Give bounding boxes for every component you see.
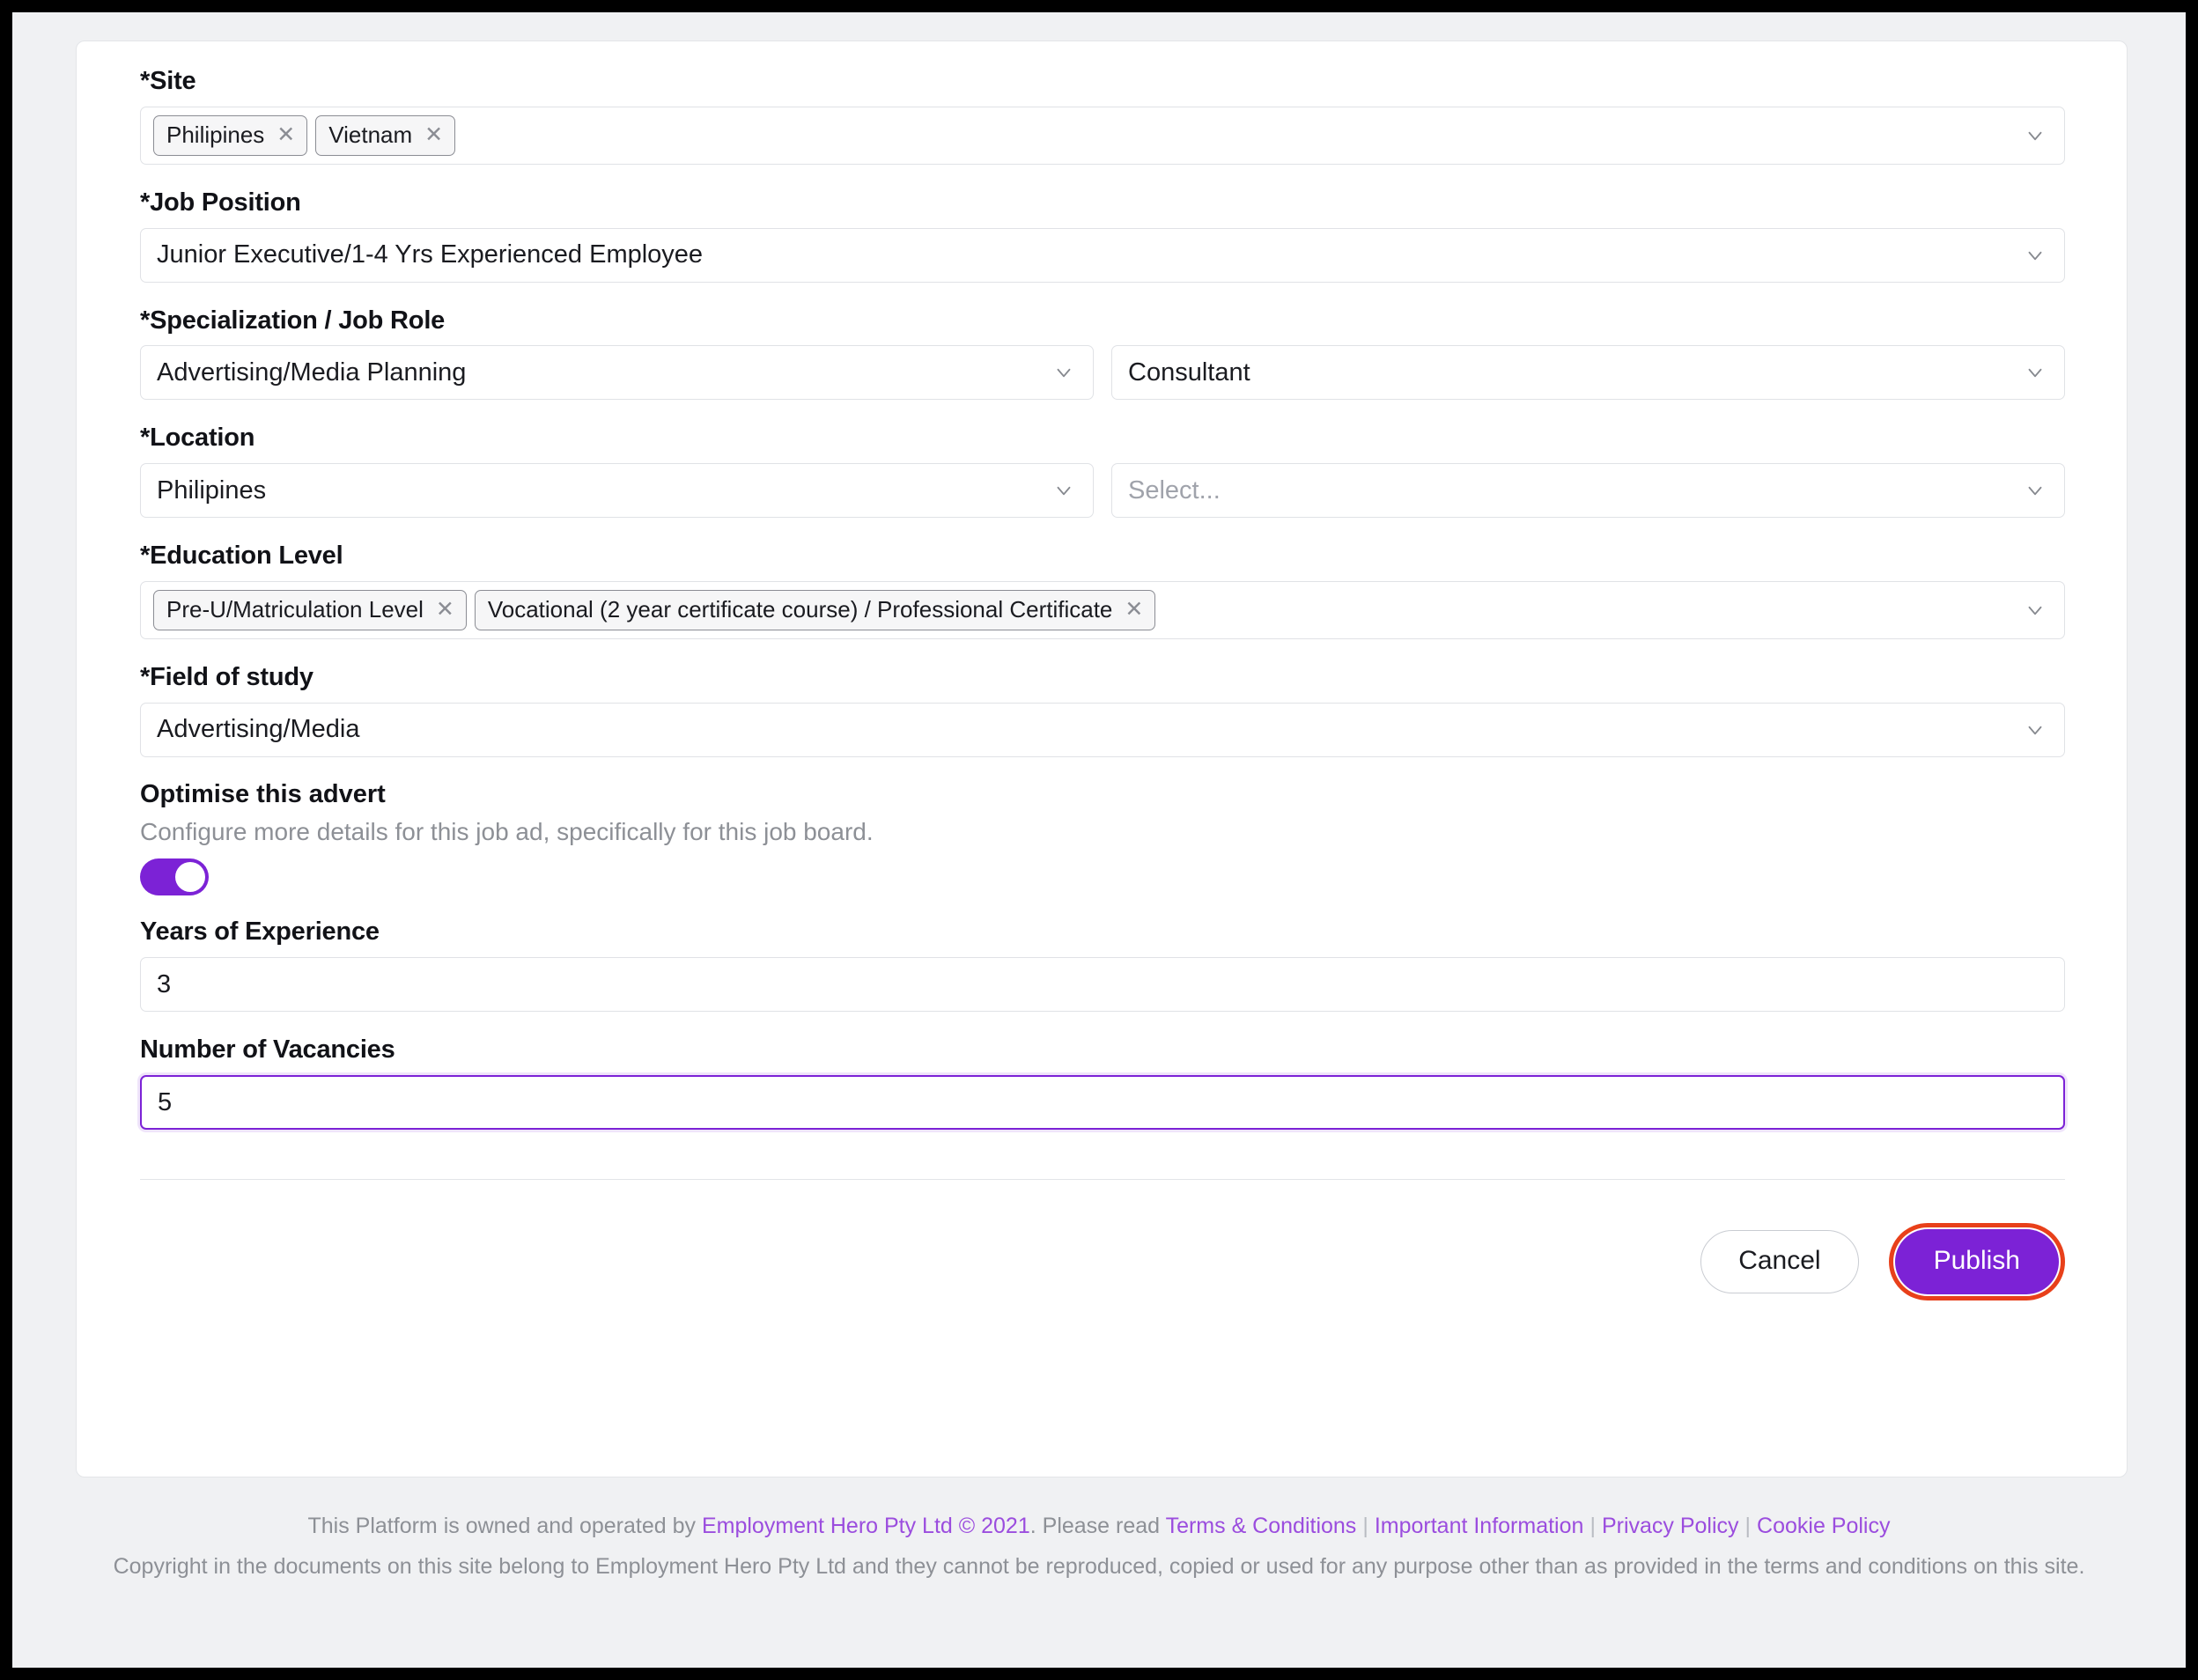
education-level-tag-label: Pre-U/Matriculation Level [166,596,424,623]
years-of-experience-label: Years of Experience [140,917,380,947]
footer-separator: | [1589,1514,1596,1538]
specialization-value: Advertising/Media Planning [157,357,467,387]
site-multiselect[interactable]: Philipines ✕ Vietnam ✕ [140,106,2065,165]
field-site: *Site Philipines ✕ Vietnam ✕ [140,66,2065,165]
page-background: *Site Philipines ✕ Vietnam ✕ *Job Positi… [12,12,2186,1668]
site-tag[interactable]: Philipines ✕ [153,114,308,156]
publish-button[interactable]: Publish [1894,1228,2059,1294]
close-icon[interactable]: ✕ [277,123,295,146]
footer-line-1: This Platform is owned and operated by E… [12,1509,2186,1544]
optimise-advert-section: Optimise this advert Configure more deta… [140,780,2065,896]
optimise-advert-toggle[interactable] [140,858,209,896]
privacy-policy-link[interactable]: Privacy Policy [1602,1514,1739,1538]
field-job-position: *Job Position Junior Executive/1-4 Yrs E… [140,188,2065,283]
field-of-study-value: Advertising/Media [157,715,360,744]
site-label: *Site [140,67,196,95]
optimise-advert-title: Optimise this advert [140,779,386,808]
field-of-study-select[interactable]: Advertising/Media [140,702,2065,757]
years-of-experience-value: 3 [157,969,172,998]
job-role-select[interactable]: Consultant [1111,345,2065,401]
form-actions: Cancel Publish [140,1222,2065,1301]
footer-separator: | [1744,1514,1752,1538]
education-level-tag[interactable]: Pre-U/Matriculation Level ✕ [153,589,467,630]
field-field-of-study: *Field of study Advertising/Media [140,662,2065,757]
location-select[interactable]: Philipines [140,463,1094,519]
site-tag-label: Philipines [166,122,265,149]
location-label: *Location [140,424,255,453]
location-secondary-placeholder: Select... [1128,475,1221,505]
terms-and-conditions-link[interactable]: Terms & Conditions [1166,1514,1357,1538]
chevron-down-icon[interactable] [1052,361,1075,384]
footer-mid: . Please read [1029,1514,1166,1538]
chevron-down-icon[interactable] [2024,124,2047,147]
years-of-experience-input[interactable]: 3 [140,957,2065,1013]
specialization-label: *Specialization / Job Role [140,306,446,335]
chevron-down-icon[interactable] [2024,244,2047,267]
close-icon[interactable]: ✕ [1125,598,1143,621]
number-of-vacancies-label: Number of Vacancies [140,1035,395,1065]
field-years-of-experience: Years of Experience 3 [140,917,2065,1013]
form-divider [140,1178,2065,1180]
footer-copyright: Copyright in the documents on this site … [113,1553,2085,1579]
chevron-down-icon[interactable] [2024,599,2047,622]
site-tag[interactable]: Vietnam ✕ [315,114,456,156]
education-level-tag[interactable]: Vocational (2 year certificate course) /… [474,589,1156,630]
field-specialization: *Specialization / Job Role Advertising/M… [140,306,2065,401]
job-position-label: *Job Position [140,188,301,217]
job-role-value: Consultant [1128,357,1250,387]
chevron-down-icon[interactable] [2024,361,2047,384]
specialization-select[interactable]: Advertising/Media Planning [140,345,1094,401]
site-tag-label: Vietnam [328,122,413,149]
field-of-study-label: *Field of study [140,662,313,691]
education-level-multiselect[interactable]: Pre-U/Matriculation Level ✕ Vocational (… [140,580,2065,639]
number-of-vacancies-value: 5 [158,1087,173,1116]
field-number-of-vacancies: Number of Vacancies 5 [140,1035,2065,1130]
job-position-select[interactable]: Junior Executive/1-4 Yrs Experienced Emp… [140,227,2065,283]
chevron-down-icon[interactable] [2024,479,2047,502]
company-link[interactable]: Employment Hero Pty Ltd © 2021 [702,1514,1030,1538]
footer-separator: | [1362,1514,1368,1538]
optimise-advert-description: Configure more details for this job ad, … [140,817,874,845]
number-of-vacancies-input[interactable]: 5 [140,1074,2065,1130]
footer-prefix: This Platform is owned and operated by [307,1514,702,1538]
field-location: *Location Philipines Select... [140,423,2065,519]
toggle-knob [175,862,205,893]
close-icon[interactable]: ✕ [424,123,443,146]
chevron-down-icon[interactable] [1052,479,1075,502]
field-education-level: *Education Level Pre-U/Matriculation Lev… [140,541,2065,639]
education-level-tag-label: Vocational (2 year certificate course) /… [487,596,1113,623]
cancel-button[interactable]: Cancel [1700,1229,1859,1293]
publish-button-highlight: Publish [1888,1222,2065,1301]
location-secondary-select[interactable]: Select... [1111,463,2065,519]
location-value: Philipines [157,475,267,505]
job-position-value: Junior Executive/1-4 Yrs Experienced Emp… [157,240,704,269]
chevron-down-icon[interactable] [2024,718,2047,741]
job-ad-form-card: *Site Philipines ✕ Vietnam ✕ *Job Positi… [76,41,2128,1477]
page-footer: This Platform is owned and operated by E… [12,1509,2186,1584]
close-icon[interactable]: ✕ [436,598,454,621]
important-information-link[interactable]: Important Information [1375,1514,1584,1538]
cookie-policy-link[interactable]: Cookie Policy [1757,1514,1890,1538]
education-level-label: *Education Level [140,542,343,571]
